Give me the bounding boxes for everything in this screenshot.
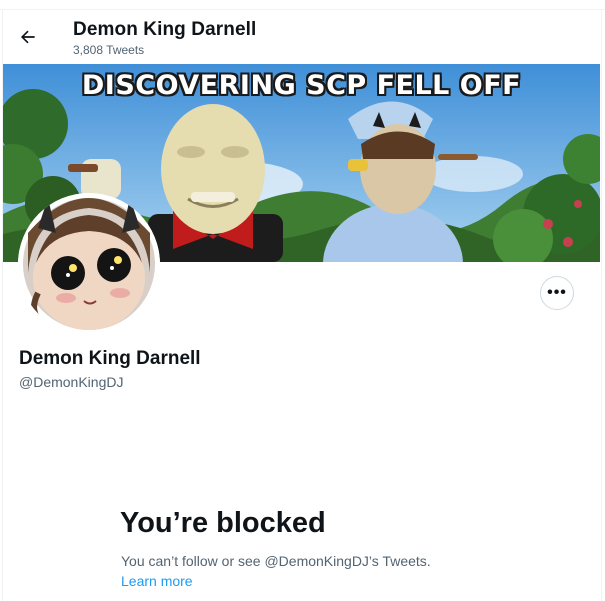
header-title: Demon King Darnell [73,19,257,40]
more-options-icon: ••• [547,284,567,301]
profile-avatar[interactable] [18,193,160,335]
more-options-button[interactable]: ••• [540,276,574,310]
banner-caption: DISCOVERING SCP FELL OFF [81,70,522,101]
profile-display-name: Demon King Darnell [19,348,201,369]
blocked-title: You’re blocked [120,507,326,539]
blocked-description: You can’t follow or see @DemonKingDJ’s T… [121,553,431,569]
back-arrow-icon [20,30,35,44]
learn-more-link[interactable]: Learn more [121,573,193,589]
profile-handle: @DemonKingDJ [19,374,124,390]
profile-header: Demon King Darnell 3,808 Tweets [3,10,601,64]
avatar-image [18,193,160,335]
frame-right-border [601,9,602,601]
tweet-count: 3,808 Tweets [73,43,145,57]
back-button[interactable] [13,22,43,52]
